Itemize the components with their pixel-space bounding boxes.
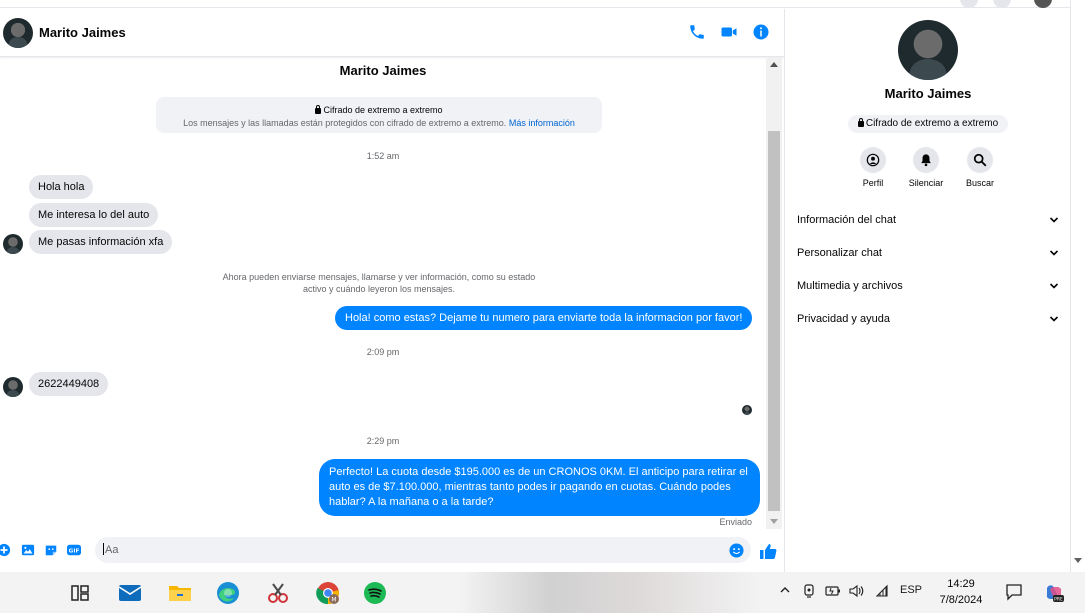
section-media-files[interactable]: Multimedia y archivos (797, 276, 1059, 296)
lock-icon (857, 118, 864, 127)
volume-icon[interactable] (849, 584, 865, 601)
search-action-label: Buscar (965, 178, 994, 188)
ghost-avatar (1034, 0, 1052, 8)
ghost-button (993, 0, 1011, 8)
profile-avatar[interactable] (898, 20, 958, 80)
incoming-message[interactable]: Me pasas información xfa (29, 230, 173, 254)
timestamp: 1:52 am (366, 151, 400, 161)
meet-now-icon[interactable] (802, 584, 816, 601)
mute-action[interactable]: Silenciar (900, 147, 952, 188)
contact-name[interactable]: Marito Jaimes (39, 25, 126, 40)
more-info-link[interactable]: Más información (509, 118, 575, 128)
page-scrollbar[interactable] (1070, 0, 1085, 572)
profile-action-label: Perfil (862, 178, 884, 188)
chat-header: Marito Jaimes (0, 9, 784, 57)
gif-icon[interactable]: GIF (67, 543, 81, 557)
section-chat-info[interactable]: Información del chat (797, 210, 1059, 230)
section-customize-chat[interactable]: Personalizar chat (797, 243, 1059, 263)
incoming-message[interactable]: Me interesa lo del auto (29, 203, 159, 227)
chevron-down-icon (1049, 250, 1059, 256)
scroll-up-arrow-icon[interactable] (770, 62, 778, 67)
timestamp: 2:29 pm (366, 436, 400, 446)
chat-info-panel: Marito Jaimes Cifrado de extremo a extre… (784, 9, 1070, 572)
mail-icon[interactable] (118, 581, 142, 605)
taskbar-clock[interactable]: 14:29 7/8/2024 (926, 576, 996, 608)
e2e-notice: Cifrado de extremo a extremo Los mensaje… (156, 97, 602, 133)
contact-avatar[interactable] (3, 377, 23, 397)
contact-avatar[interactable] (3, 234, 23, 254)
file-explorer-icon[interactable] (168, 581, 192, 605)
timestamp: 2:09 pm (366, 347, 400, 357)
profile-icon[interactable] (860, 147, 886, 173)
e2e-notice-text: Los mensajes y las llamadas están proteg… (183, 118, 575, 128)
bell-icon[interactable] (913, 147, 939, 173)
header-actions (688, 23, 770, 41)
input-language[interactable]: ESP (900, 584, 922, 596)
search-icon[interactable] (967, 147, 993, 173)
battery-icon[interactable] (825, 584, 841, 601)
task-view-icon[interactable] (68, 581, 92, 605)
phone-icon[interactable] (688, 23, 706, 41)
scrollbar-thumb[interactable] (768, 131, 780, 511)
screen: Marito Jaimes Marito Jaimes Cifrado de e… (0, 0, 1085, 613)
browser-top-strip (0, 0, 1070, 8)
incoming-message[interactable]: 2622449408 (29, 372, 109, 396)
profile-action[interactable]: Perfil (847, 147, 899, 188)
image-icon[interactable] (21, 543, 35, 557)
wifi-icon[interactable] (875, 584, 889, 601)
outgoing-message[interactable]: Hola! como estas? Dejame tu numero para … (335, 306, 753, 330)
wallpaper-strip (460, 572, 760, 613)
svg-text:M: M (331, 597, 336, 604)
lock-icon (315, 105, 322, 114)
chevron-down-icon (1049, 316, 1059, 322)
windows-taskbar: M ESP 14:29 7/8/2024 PRE (0, 572, 1085, 613)
message-input[interactable]: Aa (95, 537, 751, 563)
conversation-title: Marito Jaimes (339, 63, 427, 78)
composer: GIF Aa (0, 529, 784, 572)
system-note: Ahora pueden enviarse mensajes, llamarse… (222, 272, 536, 294)
video-camera-icon[interactable] (720, 23, 738, 41)
scroll-down-arrow-icon[interactable] (1074, 558, 1082, 563)
clock-time: 14:29 (947, 578, 975, 590)
outgoing-message[interactable]: Perfecto! La cuota desde $195.000 es de … (319, 459, 760, 516)
sticker-icon[interactable] (44, 543, 58, 557)
notifications-icon[interactable] (1005, 583, 1023, 604)
chevron-down-icon (1049, 217, 1059, 223)
ghost-button (960, 0, 978, 8)
message-scrollbar[interactable] (766, 57, 782, 529)
mute-action-label: Silenciar (908, 178, 944, 188)
svg-text:GIF: GIF (69, 549, 80, 555)
e2e-badge: Cifrado de extremo a extremo (848, 115, 1008, 133)
scroll-down-arrow-icon[interactable] (770, 519, 778, 524)
message-list[interactable]: Marito Jaimes Cifrado de extremo a extre… (0, 57, 766, 529)
contact-avatar[interactable] (3, 17, 33, 48)
emoji-icon[interactable] (729, 543, 744, 558)
like-icon[interactable] (759, 542, 777, 560)
info-icon[interactable] (752, 23, 770, 41)
edge-icon[interactable] (216, 581, 240, 605)
section-privacy-help[interactable]: Privacidad y ayuda (797, 309, 1059, 329)
incoming-message[interactable]: Hola hola (29, 175, 94, 199)
copilot-icon[interactable]: PRE (1043, 582, 1065, 607)
svg-text:PRE: PRE (1054, 597, 1063, 603)
clock-date: 7/8/2024 (939, 594, 983, 606)
message-input-placeholder: Aa (105, 544, 119, 556)
text-caret (103, 543, 104, 555)
seen-indicator-avatar (742, 405, 752, 415)
spotify-icon[interactable] (363, 581, 387, 605)
e2e-notice-title: Cifrado de extremo a extremo (156, 104, 602, 117)
chrome-icon[interactable]: M (316, 581, 340, 605)
chat-pane: Marito Jaimes Marito Jaimes Cifrado de e… (0, 9, 784, 572)
search-action[interactable]: Buscar (954, 147, 1006, 188)
plus-icon[interactable] (0, 543, 11, 557)
sent-status: Enviado (719, 517, 752, 527)
chevron-down-icon (1049, 283, 1059, 289)
tray-chevron-up-icon[interactable] (779, 584, 791, 599)
snipping-tool-icon[interactable] (266, 581, 290, 605)
profile-name: Marito Jaimes (884, 86, 972, 101)
